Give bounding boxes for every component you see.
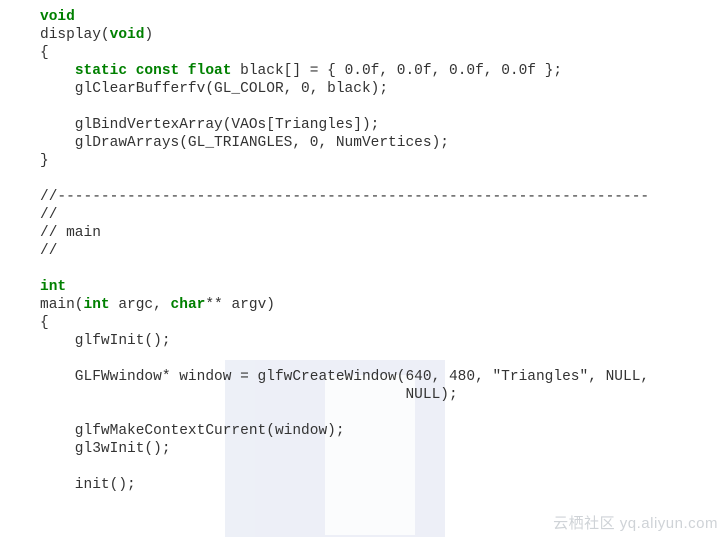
code-line: glfwMakeContextCurrent(window); xyxy=(40,423,345,439)
code-line: glBindVertexArray(VAOs[Triangles]); xyxy=(40,117,379,133)
code-line: { xyxy=(40,45,49,61)
comment-line: // main xyxy=(40,225,101,241)
code-line: glClearBufferfv(GL_COLOR, 0, black); xyxy=(40,81,388,97)
watermark-text: 云栖社区 yq.aliyun.com xyxy=(553,512,718,533)
code-block: void display(void) { static const float … xyxy=(0,0,726,494)
code-line: { xyxy=(40,315,49,331)
code-line: init(); xyxy=(40,477,136,493)
code-line: glDrawArrays(GL_TRIANGLES, 0, NumVertice… xyxy=(40,135,449,151)
keyword: void xyxy=(40,9,75,25)
code-line: GLFWwindow* window = glfwCreateWindow(64… xyxy=(40,369,649,385)
code-line: gl3wInit(); xyxy=(40,441,171,457)
code-line: static const float black[] = { 0.0f, 0.0… xyxy=(40,63,562,79)
comment-line: // xyxy=(40,243,57,259)
keyword: int xyxy=(40,279,66,295)
code-line: NULL); xyxy=(40,387,458,403)
comment-line: //--------------------------------------… xyxy=(40,189,649,205)
code-line: main(int argc, char** argv) xyxy=(40,297,275,313)
code-line: } xyxy=(40,153,49,169)
code-line: display(void) xyxy=(40,27,153,43)
comment-line: // xyxy=(40,207,57,223)
code-line: glfwInit(); xyxy=(40,333,171,349)
